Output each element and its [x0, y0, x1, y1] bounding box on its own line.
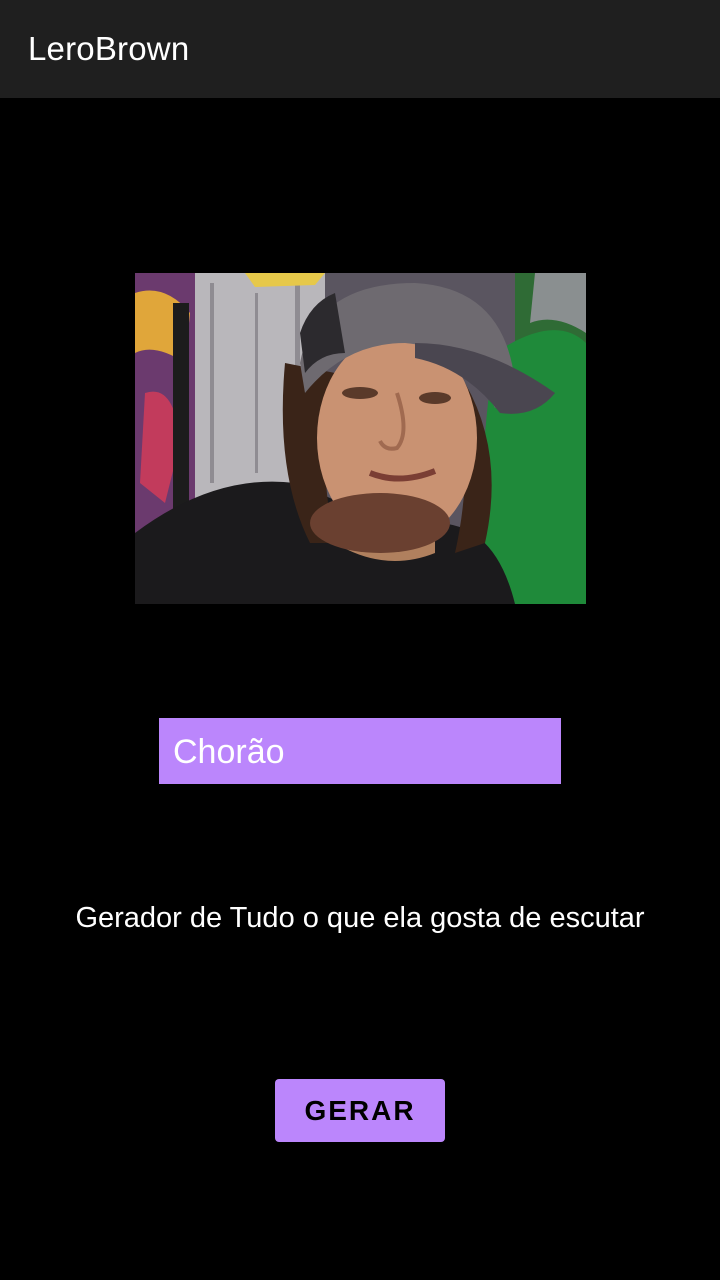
generate-button[interactable]: GERAR [275, 1079, 445, 1142]
subtitle-text: Gerador de Tudo o que ela gosta de escut… [75, 902, 645, 934]
name-text: Chorão [173, 733, 285, 771]
app-title: LeroBrown [28, 30, 190, 67]
generate-button-label: GERAR [304, 1094, 416, 1126]
name-display: Chorão [159, 718, 561, 784]
portrait-photo [135, 273, 586, 604]
app-bar: LeroBrown [0, 0, 720, 98]
